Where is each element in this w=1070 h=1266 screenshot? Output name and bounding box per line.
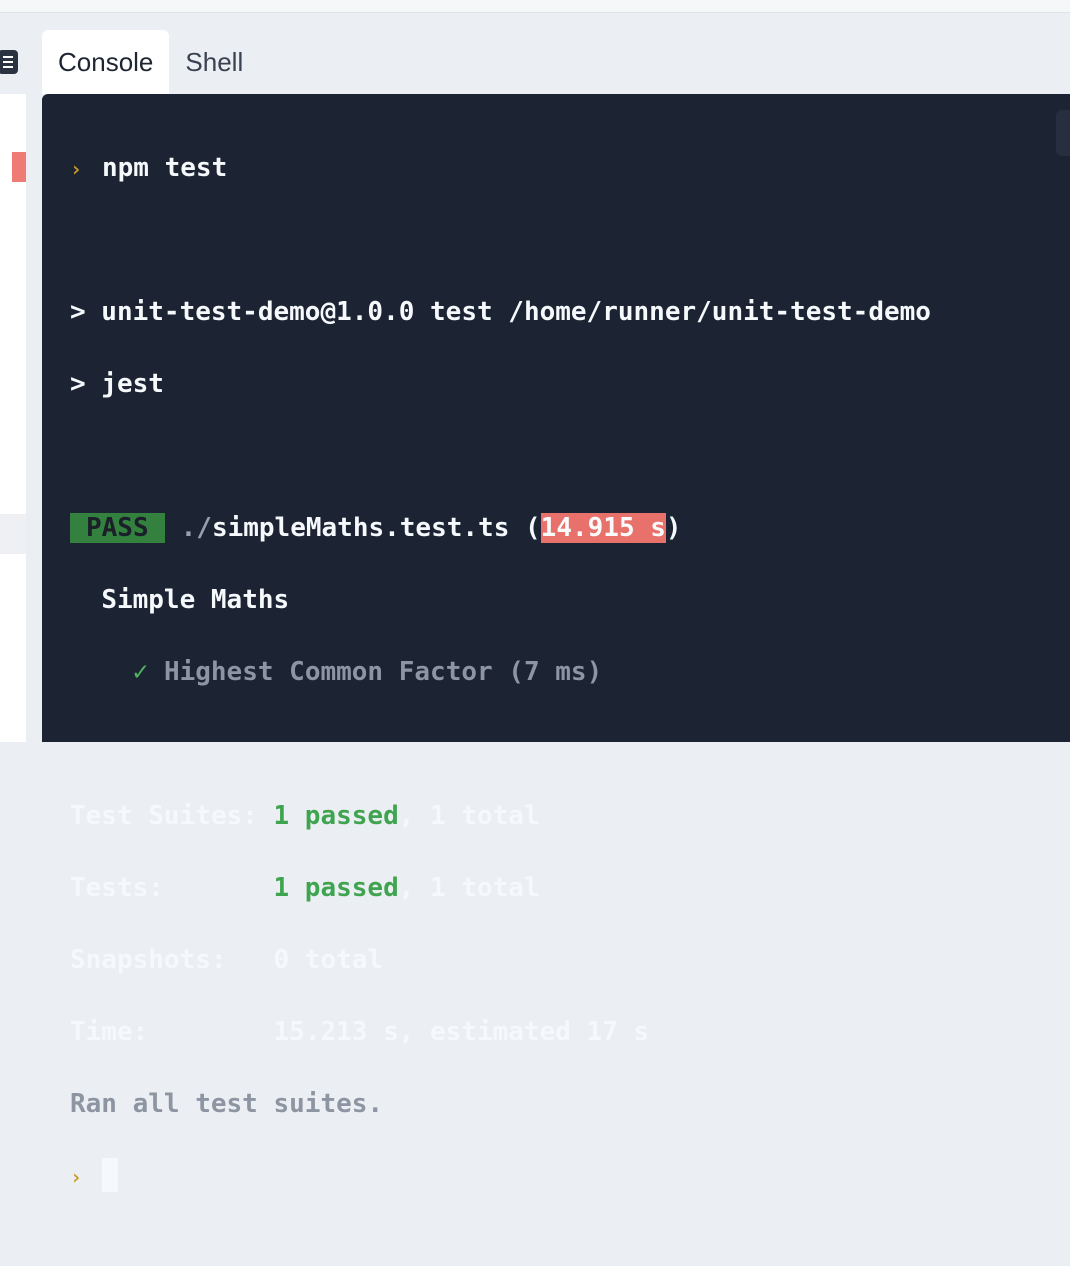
menu-icon[interactable]: [0, 50, 18, 74]
console-options-button[interactable]: [1056, 110, 1070, 156]
menu-icon-bar: [3, 61, 13, 63]
paren-close: ): [665, 513, 682, 543]
test-duration-highlight: 14.915 s: [540, 513, 666, 543]
summary-time-value: 15.213 s, estimated 17 s: [273, 1017, 650, 1047]
menu-icon-bar: [3, 56, 13, 58]
file-panel-selected-row[interactable]: [0, 514, 26, 554]
menu-icon-bar: [3, 66, 13, 68]
text-cursor: [102, 1158, 118, 1192]
prompt-icon: ›: [70, 157, 83, 181]
summary-suites-total: , 1 total: [398, 801, 540, 831]
describe-block: Simple Maths: [70, 582, 931, 618]
summary-snapshots-label: Snapshots:: [70, 945, 274, 975]
tab-bar: Console Shell: [42, 30, 259, 94]
summary-tests-passed: 1 passed: [273, 873, 399, 903]
test-file-prefix: ./: [180, 513, 212, 543]
summary-snapshots: Snapshots: 0 total: [70, 942, 931, 978]
test-file-name: simpleMaths.test.ts: [211, 513, 510, 543]
footer-message: Ran all test suites.: [70, 1089, 384, 1119]
terminal-output: › npm test > unit-test-demo@1.0.0 test /h…: [70, 114, 931, 1266]
tab-console[interactable]: Console: [42, 30, 170, 94]
summary-time-label: Time:: [70, 1017, 274, 1047]
command-text: npm test: [102, 153, 228, 183]
describe-name: Simple Maths: [101, 585, 290, 615]
paren-open: (: [525, 513, 541, 543]
summary-suites-passed: 1 passed: [273, 801, 399, 831]
file-panel: [0, 94, 26, 742]
summary-time: Time: 15.213 s, estimated 17 s: [70, 1014, 931, 1050]
test-case-name: Highest Common Factor (7 ms): [163, 657, 603, 687]
input-line[interactable]: ›: [70, 1158, 931, 1194]
summary-tests: Tests: 1 passed, 1 total: [70, 870, 931, 906]
summary-tests-label: Tests:: [70, 873, 274, 903]
window-top-bar: [0, 0, 1070, 13]
script-command: > jest: [70, 369, 164, 399]
test-file-result: PASS ./simpleMaths.test.ts (14.915 s): [70, 510, 931, 546]
command-line: › npm test: [70, 150, 931, 186]
summary-tests-total: , 1 total: [398, 873, 540, 903]
summary-snapshots-value: 0 total: [273, 945, 384, 975]
summary-suites-label: Test Suites:: [70, 801, 274, 831]
script-header: > unit-test-demo@1.0.0 test /home/runner…: [70, 297, 931, 327]
tab-shell[interactable]: Shell: [169, 30, 259, 94]
summary-suites: Test Suites: 1 passed, 1 total: [70, 798, 931, 834]
prompt-icon: ›: [70, 1165, 83, 1189]
file-error-marker: [12, 152, 26, 182]
test-case-line: ✓ Highest Common Factor (7 ms): [70, 654, 931, 690]
check-icon: ✓: [132, 657, 149, 687]
pass-badge: PASS: [70, 513, 165, 543]
console-panel[interactable]: › npm test > unit-test-demo@1.0.0 test /h…: [42, 94, 1070, 1192]
